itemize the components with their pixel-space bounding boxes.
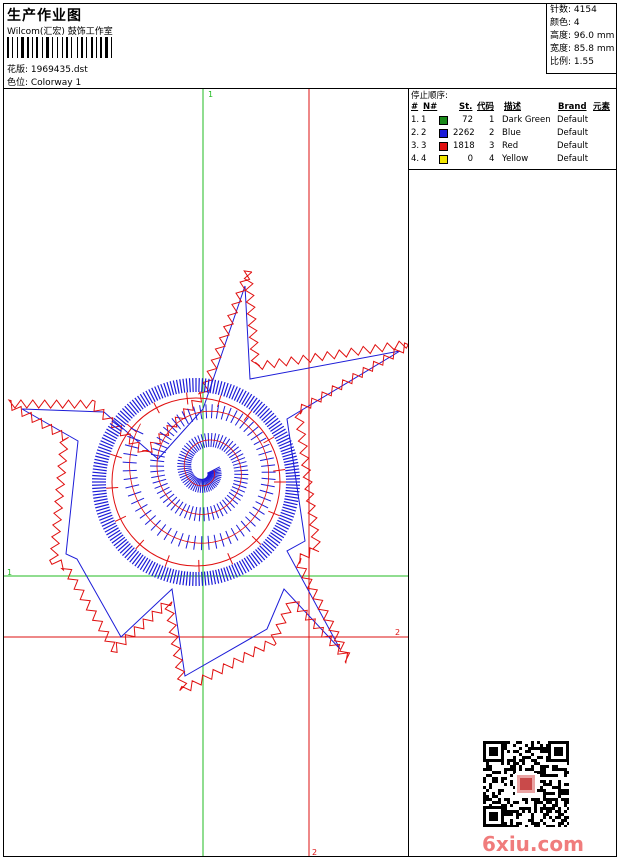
watermark-logo: 6xiu.com xyxy=(482,832,584,856)
stat-height: 高度: 96.0 mm xyxy=(550,31,615,41)
red-guide-label-right: 2 xyxy=(395,628,400,637)
color-swatch xyxy=(439,142,448,151)
qr-code xyxy=(483,741,570,828)
stop-sequence-panel: 停止顺序: # N# St. 代码 描述 Brand 元素 1. 1 72 1 Dark… xyxy=(409,89,616,170)
row-brand: Default xyxy=(557,115,589,125)
stop-sequence-row: 1. 1 72 1 Dark Green Default xyxy=(409,114,616,127)
design-stats: 针数: 4154 颜色: 4 高度: 96.0 mm 宽度: 85.8 mm 比… xyxy=(546,4,617,74)
colorway: 色位: Colorway 1 xyxy=(7,78,82,88)
outer-red-ring xyxy=(111,397,281,567)
col-index: # xyxy=(411,102,419,112)
green-guide-label-left: 1 xyxy=(7,568,12,577)
row-index: 3. xyxy=(411,141,420,151)
col-description: 描述 xyxy=(504,102,522,112)
embroidery-preview: 1 1 2 2 xyxy=(4,89,415,857)
row-description: Red xyxy=(502,141,519,151)
row-brand: Default xyxy=(557,141,589,151)
row-needle: 3 xyxy=(421,141,427,151)
production-sheet: 生产作业图 Wilcom(汇宏) 鼓饰工作室 花版: 1969435.dst 色… xyxy=(3,3,617,857)
stat-colors: 颜色: 4 xyxy=(550,18,580,28)
row-code: 3 xyxy=(489,141,495,151)
row-stitches: 72 xyxy=(462,115,473,125)
row-stitches: 1818 xyxy=(453,141,475,151)
color-swatch xyxy=(439,116,448,125)
row-index: 4. xyxy=(411,154,420,164)
row-index: 1. xyxy=(411,115,420,125)
col-element: 元素 xyxy=(593,102,611,112)
col-needle: N# xyxy=(423,102,438,112)
design-file: 花版: 1969435.dst xyxy=(7,65,88,75)
sheet-title: 生产作业图 xyxy=(7,8,82,24)
stop-sequence-title: 停止顺序: xyxy=(411,91,448,101)
stop-sequence-row: 4. 4 0 4 Yellow Default xyxy=(409,153,616,166)
row-code: 4 xyxy=(489,154,495,164)
row-needle: 4 xyxy=(421,154,427,164)
row-needle: 2 xyxy=(421,128,427,138)
stat-width: 宽度: 85.8 mm xyxy=(550,44,615,54)
row-description: Yellow xyxy=(502,154,529,164)
spiral-guide xyxy=(129,410,270,544)
row-code: 2 xyxy=(489,128,495,138)
sheet-header: 生产作业图 Wilcom(汇宏) 鼓饰工作室 花版: 1969435.dst 色… xyxy=(4,4,617,89)
row-needle: 1 xyxy=(421,115,427,125)
color-swatch xyxy=(439,155,448,164)
row-brand: Default xyxy=(557,128,589,138)
stop-sequence-row: 3. 3 1818 3 Red Default xyxy=(409,140,616,153)
stop-sequence-header: # N# St. 代码 描述 Brand 元素 xyxy=(409,101,616,114)
row-description: Blue xyxy=(502,128,521,138)
col-brand: Brand xyxy=(558,102,587,112)
row-brand: Default xyxy=(557,154,589,164)
zigzag-border xyxy=(7,270,415,692)
company-name: Wilcom(汇宏) 鼓饰工作室 xyxy=(7,27,113,37)
row-code: 1 xyxy=(489,115,495,125)
col-code: 代码 xyxy=(477,102,495,112)
stop-sequence-row: 2. 2 2262 2 Blue Default xyxy=(409,127,616,140)
barcode xyxy=(7,37,143,58)
col-stitches: St. xyxy=(459,102,473,112)
stat-stitches: 针数: 4154 xyxy=(550,5,597,15)
row-stitches: 2262 xyxy=(453,128,475,138)
row-description: Dark Green xyxy=(502,115,551,125)
stat-scale: 比例: 1.55 xyxy=(550,57,594,67)
design-canvas: 1 1 2 2 xyxy=(4,89,415,857)
color-swatch xyxy=(439,129,448,138)
row-stitches: 0 xyxy=(467,154,473,164)
row-index: 2. xyxy=(411,128,420,138)
green-guide-label-top: 1 xyxy=(208,90,213,99)
red-guide-label-bottom: 2 xyxy=(312,848,317,856)
